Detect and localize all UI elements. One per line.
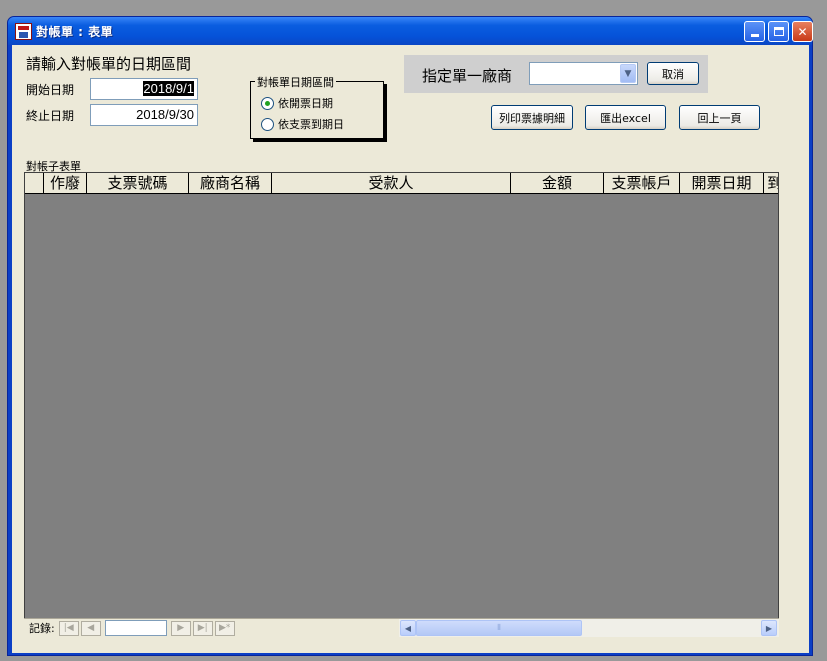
record-selector-header[interactable] (25, 173, 44, 194)
vendor-label: 指定單一廠商 (422, 67, 513, 85)
last-record-icon[interactable]: ▶| (192, 620, 213, 636)
export-excel-button[interactable]: 匯出excel (585, 105, 666, 130)
form-body: 請輸入對帳單的日期區間 開始日期 2018/9/1 終止日期 2018/9/30… (12, 45, 809, 653)
record-label: 記錄: (29, 622, 55, 635)
radio-label-issue-date: 依開票日期 (278, 97, 333, 110)
date-range-group: 對帳單日期區間 依開票日期 依支票到期日 (250, 74, 384, 139)
radio-option-issue-date[interactable]: 依開票日期 (261, 95, 333, 111)
scroll-right-icon[interactable]: ▶ (761, 620, 777, 636)
next-record-icon[interactable]: ▶ (170, 620, 191, 636)
column-header-issue-date[interactable]: 開票日期 (680, 173, 764, 194)
end-date-label: 終止日期 (26, 109, 75, 123)
start-date-value: 2018/9/1 (143, 81, 194, 96)
minimize-icon (750, 34, 759, 37)
column-header-due-date[interactable]: 到 (764, 173, 778, 194)
window-title: 對帳單 : 表單 (36, 25, 114, 39)
end-date-input[interactable]: 2018/9/30 (90, 104, 198, 126)
scroll-left-icon[interactable]: ◀ (400, 620, 416, 636)
maximize-icon (773, 27, 784, 36)
app-icon[interactable] (15, 23, 32, 40)
vendor-panel: 指定單一廠商 ▼ 取消 (404, 55, 708, 93)
grid-header: 作廢 支票號碼 廠商名稱 受款人 金額 支票帳戶 開票日期 到 (25, 173, 778, 194)
previous-record-icon[interactable]: ◀ (80, 620, 101, 636)
radio-label-due-date: 依支票到期日 (278, 118, 344, 131)
title-bar[interactable]: 對帳單 : 表單 ✕ (8, 17, 813, 45)
maximize-button[interactable] (768, 21, 789, 42)
vendor-combobox[interactable]: ▼ (529, 62, 638, 85)
horizontal-scrollbar[interactable]: ◀ ⦀ ▶ (399, 619, 779, 637)
date-range-group-title: 對帳單日期區間 (255, 74, 336, 90)
radio-unchecked-icon[interactable] (261, 117, 274, 131)
column-header-payee[interactable]: 受款人 (272, 173, 511, 194)
reconciliation-subform[interactable]: 作廢 支票號碼 廠商名稱 受款人 金額 支票帳戶 開票日期 到 (24, 172, 779, 637)
column-header-check-account[interactable]: 支票帳戶 (604, 173, 680, 194)
start-date-input[interactable]: 2018/9/1 (90, 78, 198, 100)
first-record-icon[interactable]: |◀ (58, 620, 79, 636)
end-date-value: 2018/9/30 (136, 107, 194, 122)
cancel-vendor-button[interactable]: 取消 (647, 62, 699, 85)
column-header-check-number[interactable]: 支票號碼 (87, 173, 189, 194)
scroll-thumb[interactable]: ⦀ (416, 620, 582, 636)
app-window: 對帳單 : 表單 ✕ 請輸入對帳單的日期區間 開始日期 2018/9/1 終止日… (7, 16, 813, 656)
print-details-button[interactable]: 列印票據明細 (491, 105, 573, 130)
minimize-button[interactable] (744, 21, 765, 42)
chevron-down-icon[interactable]: ▼ (620, 64, 636, 83)
new-record-icon[interactable]: ▶* (214, 620, 235, 636)
radio-checked-icon[interactable] (261, 96, 274, 110)
column-header-void[interactable]: 作廢 (44, 173, 87, 194)
back-button[interactable]: 回上一頁 (679, 105, 760, 130)
close-icon: ✕ (797, 24, 808, 39)
column-header-vendor-name[interactable]: 廠商名稱 (189, 173, 272, 194)
record-navigation-bar: 記錄: |◀ ◀ ▶ ▶| ▶* ◀ ⦀ ▶ (24, 618, 779, 637)
close-button[interactable]: ✕ (792, 21, 813, 42)
record-number-input[interactable] (104, 620, 167, 636)
date-range-prompt: 請輸入對帳單的日期區間 (26, 55, 192, 73)
column-header-amount[interactable]: 金額 (511, 173, 604, 194)
start-date-label: 開始日期 (26, 83, 75, 97)
radio-option-due-date[interactable]: 依支票到期日 (261, 116, 344, 132)
